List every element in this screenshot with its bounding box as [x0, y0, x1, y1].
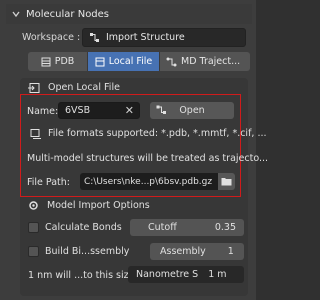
name-value: 6VSB — [65, 105, 91, 116]
scale-select-label: Nanometre S — [136, 269, 199, 280]
folder-icon — [95, 57, 105, 66]
open-local-file-label: Open Local File — [48, 82, 120, 93]
file-formats-info: File formats supported: *.pdb, *.mmtf, *… — [30, 128, 267, 139]
file-path-input[interactable]: C:\Users\nke...p\6bsv.pdb.gz — [80, 173, 218, 190]
tab-md-trajectory-label: MD Traject... — [181, 56, 241, 67]
import-tabs: PDB Local File MD Traject... — [28, 52, 250, 71]
workspace-value: Import Structure — [106, 32, 185, 43]
name-input[interactable]: 6VSB ✕ — [58, 102, 140, 119]
build-assembly-row: Build Bi...ssembly — [28, 246, 129, 257]
assembly-value: 1 — [227, 246, 234, 257]
tab-local-file-label: Local File — [108, 56, 153, 67]
cutoff-label: Cutoff — [148, 222, 177, 233]
build-assembly-label: Build Bi...ssembly — [45, 246, 130, 257]
scale-select-value: 1 m — [208, 269, 227, 280]
open-button-label: Open — [179, 105, 205, 116]
chevron-down-icon — [12, 11, 20, 18]
database-icon — [41, 57, 51, 66]
close-icon[interactable]: ✕ — [125, 104, 134, 117]
model-import-options-section: Model Import Options — [28, 200, 150, 211]
import-nodes-icon — [156, 105, 166, 114]
workspace-select[interactable]: Import Structure — [82, 28, 246, 47]
name-label: Name: — [27, 106, 59, 117]
cutoff-field[interactable]: Cutoff 0.35 — [130, 219, 244, 236]
scale-select[interactable]: Nanometre S 1 m — [128, 266, 244, 283]
panel-title: Molecular Nodes — [26, 8, 110, 20]
calculate-bonds-row: Calculate Bonds — [28, 222, 122, 233]
assembly-field[interactable]: Assembly 1 — [150, 243, 244, 260]
browse-file-button[interactable] — [218, 173, 235, 190]
cutoff-value: 0.35 — [214, 222, 236, 233]
info-file-icon — [30, 128, 41, 139]
file-import-icon — [28, 82, 40, 93]
calculate-bonds-checkbox[interactable] — [28, 222, 39, 233]
model-import-options-label: Model Import Options — [47, 200, 150, 211]
tab-pdb[interactable]: PDB — [28, 52, 88, 71]
multimodel-info: Multi-model structures will be treated a… — [27, 153, 269, 164]
tab-pdb-label: PDB — [54, 56, 75, 67]
import-nodes-icon — [90, 33, 99, 42]
gear-icon — [29, 201, 38, 210]
folder-icon — [221, 178, 232, 186]
calculate-bonds-label: Calculate Bonds — [45, 222, 122, 233]
workspace-label: Workspace : — [22, 32, 81, 43]
assembly-label: Assembly — [160, 246, 206, 257]
open-local-file-section: Open Local File — [28, 82, 120, 93]
file-path-label: File Path: — [27, 177, 70, 188]
formats-text: File formats supported: *.pdb, *.mmtf, *… — [48, 128, 267, 139]
panel-header[interactable]: Molecular Nodes — [6, 4, 252, 24]
build-assembly-checkbox[interactable] — [28, 246, 39, 257]
file-path-value: C:\Users\nke...p\6bsv.pdb.gz — [84, 176, 213, 187]
tab-md-trajectory[interactable]: MD Traject... — [160, 52, 250, 71]
open-button[interactable]: Open — [150, 102, 234, 119]
scale-description: 1 nm will ...to this size. — [28, 270, 138, 281]
graph-icon — [166, 57, 177, 66]
tab-local-file[interactable]: Local File — [88, 52, 160, 71]
